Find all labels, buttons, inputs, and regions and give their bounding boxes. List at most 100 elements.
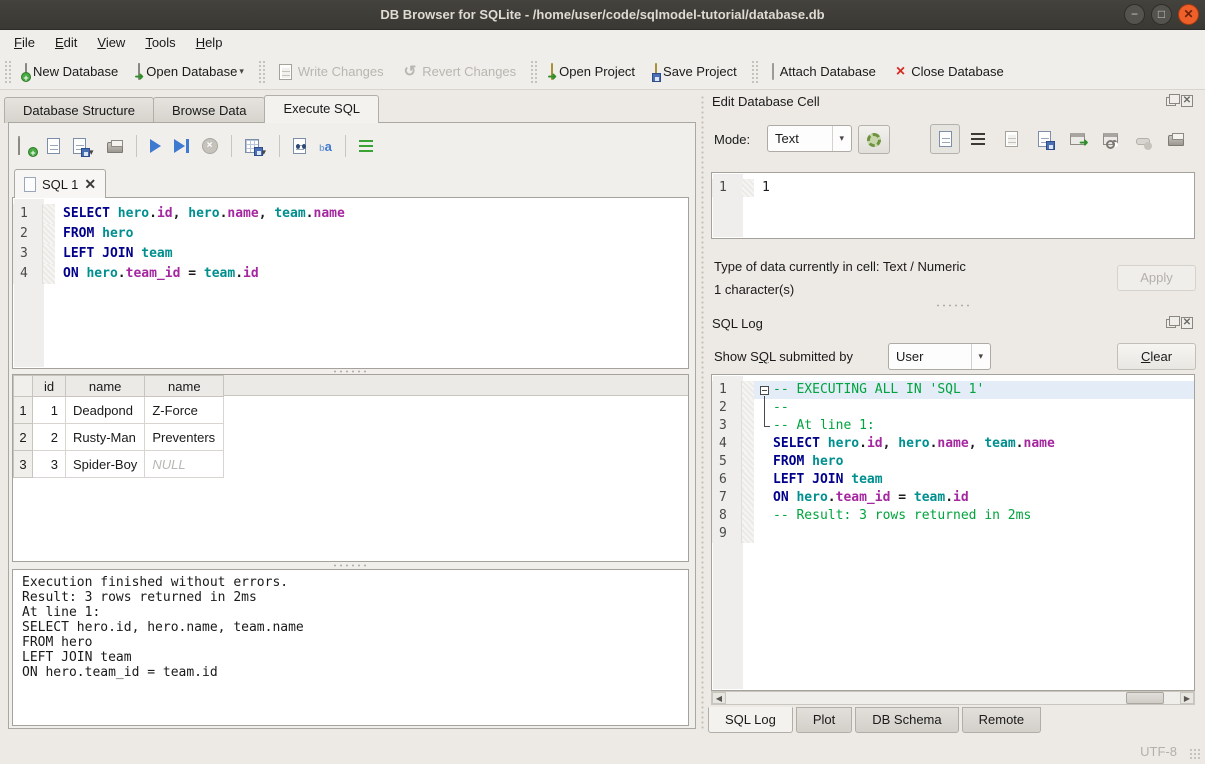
editor-font-icon[interactable]: ba — [319, 139, 332, 154]
row-number[interactable]: 3 — [14, 451, 33, 478]
tab-browse-data[interactable]: Browse Data — [153, 97, 265, 123]
results-message-splitter[interactable] — [332, 563, 368, 568]
code-line[interactable]: 8-- Result: 3 rows returned in 2ms — [712, 507, 1194, 525]
open-database-dropdown-icon[interactable]: ▾ — [239, 66, 244, 79]
save-results-icon[interactable] — [245, 139, 259, 153]
row-number[interactable]: 1 — [14, 397, 33, 424]
table-cell[interactable]: Spider-Boy — [66, 451, 145, 478]
resize-grip-icon[interactable] — [1189, 748, 1201, 760]
open-project-button[interactable]: ➜ Open Project — [541, 60, 645, 83]
apply-button[interactable]: Apply — [1117, 265, 1196, 291]
panel-splitter[interactable] — [700, 95, 705, 729]
cell-value-editor[interactable]: 11 — [711, 172, 1195, 239]
float-panel-icon[interactable] — [1166, 97, 1176, 106]
close-button[interactable]: ✕ — [1178, 4, 1199, 25]
dock-tab-db-schema[interactable]: DB Schema — [855, 707, 958, 733]
corner-header[interactable] — [14, 376, 33, 397]
close-database-button[interactable]: × Close Database — [886, 60, 1014, 84]
code-line[interactable]: 4SELECT hero.id, hero.name, team.name — [712, 435, 1194, 453]
row-number[interactable]: 2 — [14, 424, 33, 451]
print-sql-icon[interactable] — [107, 142, 123, 153]
minimize-button[interactable]: − — [1124, 4, 1145, 25]
code-line[interactable]: 3LEFT JOIN team — [13, 244, 688, 264]
open-in-external-button[interactable]: ➜ — [1062, 124, 1092, 154]
code-line[interactable]: 5FROM hero — [712, 453, 1194, 471]
dock-tab-remote[interactable]: Remote — [962, 707, 1042, 733]
fold-collapse-icon[interactable] — [760, 386, 769, 395]
code-line[interactable]: 2-- — [712, 399, 1194, 417]
sql-editor[interactable]: 1SELECT hero.id, hero.name, team.name2FR… — [12, 197, 689, 369]
set-null-button[interactable] — [1128, 124, 1158, 154]
format-sql-icon[interactable] — [359, 140, 373, 152]
auto-switch-mode-button[interactable] — [858, 125, 890, 154]
close-panel-icon[interactable]: ✕ — [1181, 95, 1193, 107]
scroll-left-icon[interactable]: ◀ — [712, 692, 726, 704]
save-project-button[interactable]: Save Project — [645, 60, 747, 83]
code-line[interactable]: 6LEFT JOIN team — [712, 471, 1194, 489]
table-cell[interactable]: 2 — [33, 424, 66, 451]
word-wrap-button[interactable] — [963, 124, 993, 154]
find-in-sql-icon[interactable] — [293, 138, 306, 154]
toolbar-drag-handle[interactable] — [4, 60, 11, 84]
float-panel-icon[interactable] — [1166, 319, 1176, 328]
column-header-id[interactable]: id — [33, 376, 66, 397]
menu-view[interactable]: View — [87, 33, 135, 52]
cell-log-splitter[interactable] — [935, 303, 971, 308]
execute-current-line-icon[interactable] — [174, 139, 189, 153]
close-panel-icon[interactable]: ✕ — [1181, 317, 1193, 329]
tab-execute-sql[interactable]: Execute SQL — [264, 95, 379, 123]
code-line[interactable]: 1SELECT hero.id, hero.name, team.name — [13, 204, 688, 224]
open-sql-file-icon[interactable] — [47, 138, 60, 154]
table-cell[interactable]: 3 — [33, 451, 66, 478]
menu-help[interactable]: Help — [186, 33, 233, 52]
menu-file[interactable]: File — [4, 33, 45, 52]
table-cell[interactable]: NULL — [145, 451, 224, 478]
code-line[interactable]: 9 — [712, 525, 1194, 543]
attach-database-button[interactable]: Attach Database — [762, 60, 886, 83]
execution-message-box[interactable]: Execution finished without errors. Resul… — [12, 569, 689, 726]
mode-select[interactable]: Text ▾ — [767, 125, 852, 152]
code-line[interactable]: 4ON hero.team_id = team.id — [13, 264, 688, 284]
revert-changes-button[interactable]: ↺ Revert Changes — [394, 60, 527, 84]
column-header-name[interactable]: name — [145, 376, 224, 397]
open-database-button[interactable]: ➜ Open Database ▾ — [128, 60, 254, 83]
export-cell-data-button[interactable] — [1029, 124, 1059, 154]
sql-log-view[interactable]: 1-- EXECUTING ALL IN 'SQL 1'2--3-- At li… — [711, 374, 1195, 691]
table-cell[interactable]: Deadpond — [66, 397, 145, 424]
import-cell-data-button[interactable] — [996, 124, 1026, 154]
column-header-name[interactable]: name — [66, 376, 145, 397]
sql-log-filter-select[interactable]: User ▾ — [888, 343, 991, 370]
copy-link-button[interactable] — [1095, 124, 1125, 154]
execute-sql-icon[interactable] — [150, 139, 161, 153]
scrollbar-track[interactable] — [726, 692, 1180, 704]
tab-database-structure[interactable]: Database Structure — [4, 97, 154, 123]
code-line[interactable]: 1-- EXECUTING ALL IN 'SQL 1' — [712, 381, 1194, 399]
code-line[interactable]: 3-- At line 1: — [712, 417, 1194, 435]
open-sql-file-save-icon[interactable] — [73, 138, 86, 154]
maximize-button[interactable]: □ — [1151, 4, 1172, 25]
new-sql-tab-icon[interactable]: + — [18, 139, 34, 154]
fold-column[interactable] — [758, 381, 773, 399]
scrollbar-thumb[interactable] — [1126, 692, 1164, 704]
menu-edit[interactable]: Edit — [45, 33, 87, 52]
new-database-button[interactable]: + New Database — [15, 60, 128, 83]
table-cell[interactable]: Preventers — [145, 424, 224, 451]
code-line[interactable]: 2FROM hero — [13, 224, 688, 244]
clear-log-button[interactable]: Clear — [1117, 343, 1196, 370]
table-cell[interactable]: Rusty-Man — [66, 424, 145, 451]
menu-tools[interactable]: Tools — [135, 33, 185, 52]
dock-tab-sql-log[interactable]: SQL Log — [708, 707, 793, 733]
code-line[interactable]: 7ON hero.team_id = team.id — [712, 489, 1194, 507]
table-cell[interactable]: 1 — [33, 397, 66, 424]
code-line[interactable]: 11 — [712, 179, 1194, 197]
scroll-right-icon[interactable]: ▶ — [1180, 692, 1194, 704]
write-changes-button[interactable]: Write Changes — [269, 60, 394, 84]
print-cell-button[interactable] — [1161, 124, 1191, 154]
stop-execution-icon[interactable]: × — [202, 138, 218, 154]
log-horizontal-scrollbar[interactable]: ◀ ▶ — [711, 691, 1195, 705]
encoding-indicator[interactable]: UTF-8 — [1140, 744, 1177, 759]
sql-tab-close-icon[interactable]: ✕ — [84, 176, 96, 193]
text-mode-selected-button[interactable] — [930, 124, 960, 154]
dock-tab-plot[interactable]: Plot — [796, 707, 852, 733]
sql-document-tab[interactable]: SQL 1 ✕ — [14, 169, 106, 198]
